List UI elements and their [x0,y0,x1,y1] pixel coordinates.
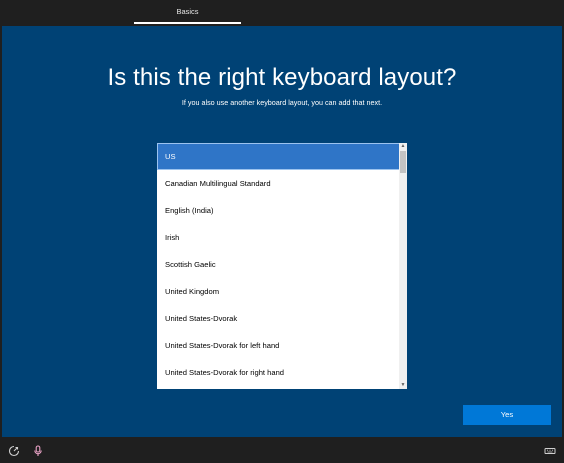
bottom-bar [0,437,564,463]
top-bar: Basics [0,0,564,26]
list-item[interactable]: English (India) [157,197,400,224]
page-subtitle: If you also use another keyboard layout,… [181,98,383,107]
list-item-us[interactable]: US [157,143,400,170]
scroll-down-icon[interactable]: ▼ [399,382,407,389]
keyboard-layout-list[interactable]: US Canadian Multilingual Standard Englis… [157,143,407,389]
list-item[interactable]: Irish [157,224,400,251]
setup-panel: Is this the right keyboard layout? If yo… [2,26,562,437]
keyboard-icon[interactable] [544,444,556,456]
list-scrollbar[interactable]: ▲ ▼ [399,143,407,389]
tab-basics: Basics [176,7,199,16]
tab-active-indicator [134,22,241,24]
list-item[interactable]: United States-Dvorak for right hand [157,359,400,386]
scrollbar-thumb[interactable] [400,151,406,173]
scroll-up-icon[interactable]: ▲ [399,143,407,150]
list-item[interactable]: United States-Dvorak [157,305,400,332]
list-item[interactable]: Scottish Gaelic [157,251,400,278]
list-item[interactable]: United Kingdom [157,278,400,305]
list-item[interactable]: United States-Dvorak for left hand [157,332,400,359]
yes-button[interactable]: Yes [463,405,551,425]
page-title: Is this the right keyboard layout? [107,64,457,91]
microphone-icon[interactable] [32,444,44,456]
ease-of-access-icon[interactable] [8,444,20,457]
list-item[interactable]: Canadian Multilingual Standard [157,170,400,197]
